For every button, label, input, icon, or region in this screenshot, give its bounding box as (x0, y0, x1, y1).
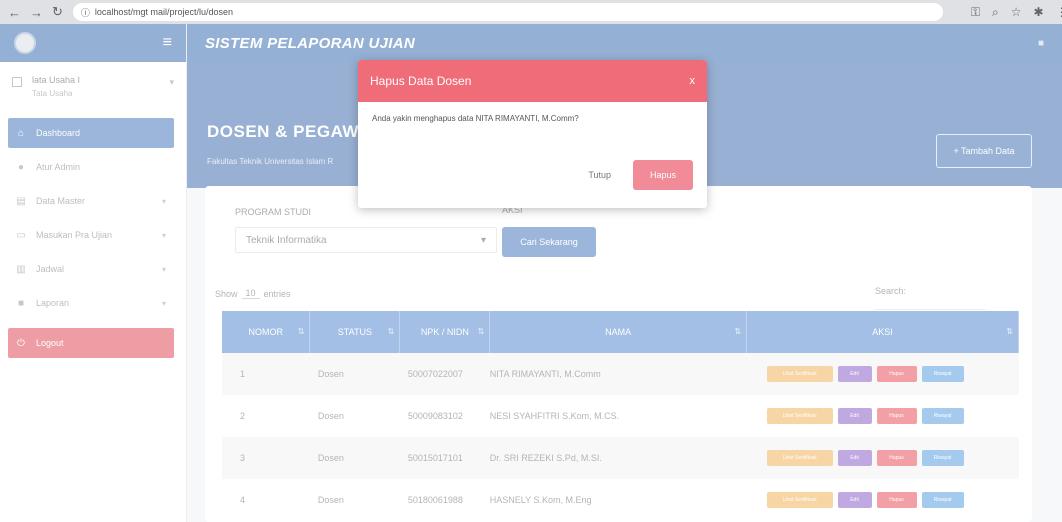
delete-modal: Hapus Data Dosen x Anda yakin menghapus … (358, 60, 707, 208)
back-icon[interactable]: ← (8, 5, 21, 20)
close-button[interactable]: Tutup (580, 164, 619, 186)
url-text: localhost/mgt mail/project/lu/dosen (94, 7, 233, 17)
info-icon: ⓘ (80, 7, 90, 18)
menu-icon[interactable]: ⋮ (1056, 5, 1062, 20)
modal-header: Hapus Data Dosen x (358, 60, 707, 102)
address-bar[interactable]: ⓘ localhost/mgt mail/project/lu/dosen (72, 3, 943, 21)
extension-icon[interactable]: ✱ (1034, 5, 1044, 20)
reload-icon[interactable]: ↻ (52, 4, 63, 20)
close-icon[interactable]: x (690, 75, 696, 87)
modal-footer: Tutup Hapus (358, 160, 707, 190)
confirm-delete-button[interactable]: Hapus (633, 160, 693, 190)
zoom-icon[interactable]: ⌕ (992, 5, 999, 20)
modal-message: Anda yakin menghapus data NITA RIMAYANTI… (372, 114, 579, 123)
star-icon[interactable]: ☆ (1011, 5, 1022, 20)
browser-toolbar: ← → ↻ ⓘ localhost/mgt mail/project/lu/do… (0, 0, 1062, 24)
forward-icon[interactable]: → (30, 5, 43, 20)
modal-title: Hapus Data Dosen (370, 74, 472, 88)
key-icon[interactable]: ⚿ (971, 5, 980, 20)
